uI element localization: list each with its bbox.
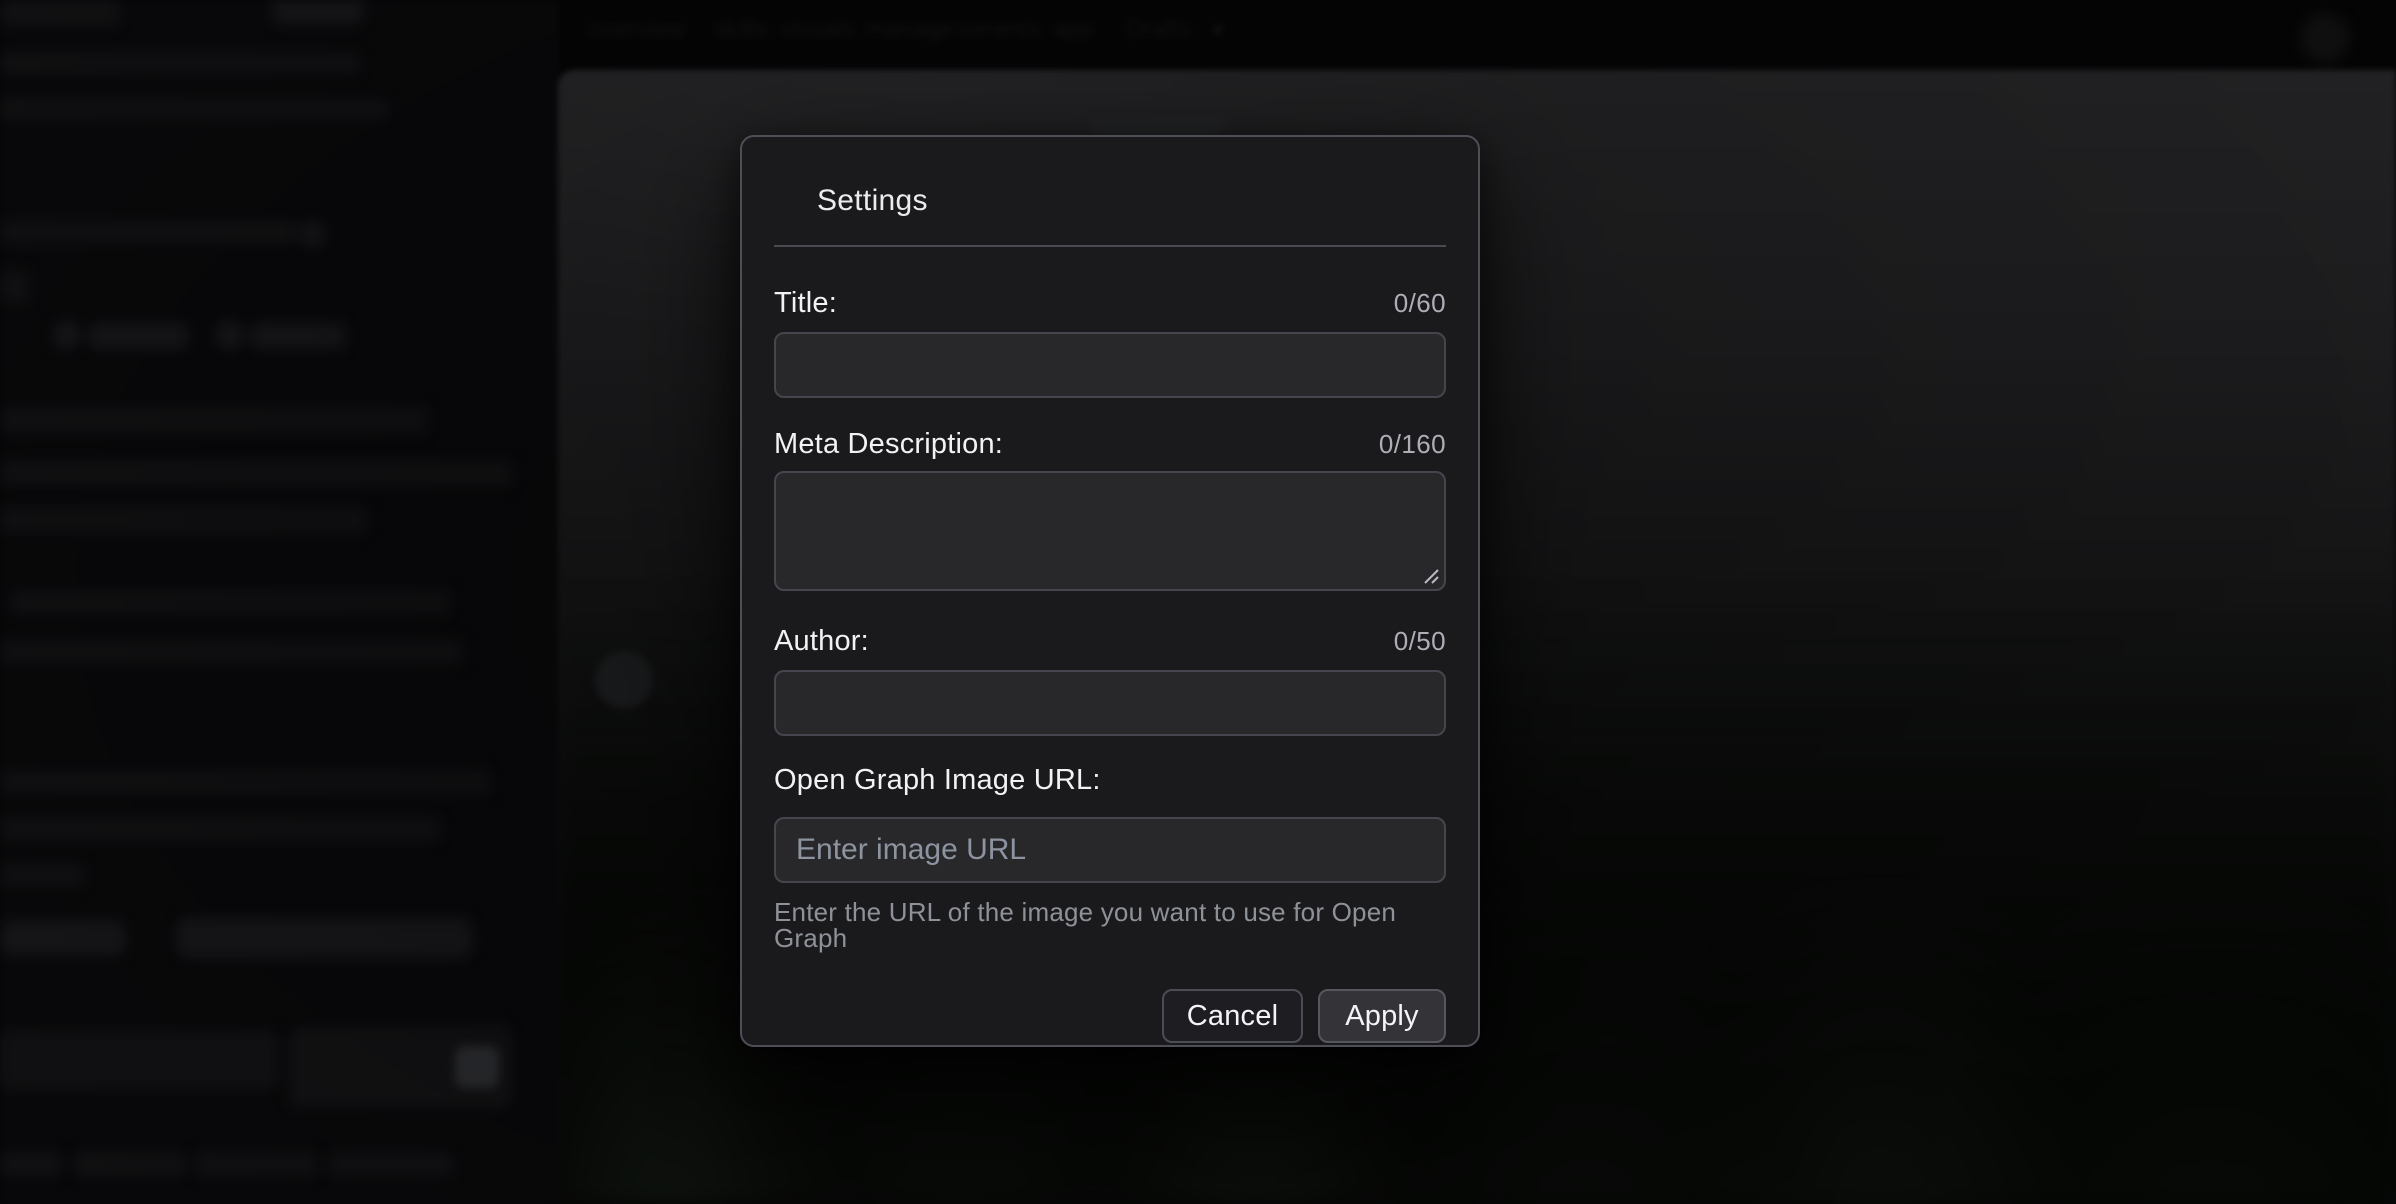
title-char-counter: 0/60 [1394,288,1446,319]
meta-description-label: Meta Description: [774,428,1003,461]
app-screenshot: overview skills visuals manage torrents … [0,0,2396,1204]
apply-button[interactable]: Apply [1318,989,1446,1043]
settings-dialog: Settings Title: 0/60 Meta Description: 0… [740,135,1480,1047]
author-label: Author: [774,625,869,658]
author-field-header: Author: 0/50 [774,625,1446,654]
dialog-actions: Cancel Apply [774,989,1446,1043]
og-image-label: Open Graph Image URL: [774,764,1101,797]
header-divider [774,245,1446,247]
dialog-title: Settings [817,184,928,217]
title-input[interactable] [774,332,1446,398]
meta-description-textarea[interactable] [774,471,1446,591]
cancel-button[interactable]: Cancel [1162,989,1303,1043]
meta-description-textarea-wrap [774,471,1446,591]
dialog-body: Title: 0/60 Meta Description: 0/160 Auth… [742,287,1478,1043]
meta-description-field-header: Meta Description: 0/160 [774,428,1446,457]
title-label: Title: [774,287,837,320]
dialog-header: Settings [742,137,1478,219]
meta-description-char-counter: 0/160 [1379,429,1446,460]
title-field-header: Title: 0/60 [774,287,1446,316]
author-char-counter: 0/50 [1394,626,1446,657]
author-input[interactable] [774,670,1446,736]
og-image-helper-text: Enter the URL of the image you want to u… [774,899,1446,951]
og-image-field-header: Open Graph Image URL: [774,764,1446,793]
og-image-url-input[interactable] [774,817,1446,883]
resize-handle-icon[interactable] [1421,566,1441,586]
